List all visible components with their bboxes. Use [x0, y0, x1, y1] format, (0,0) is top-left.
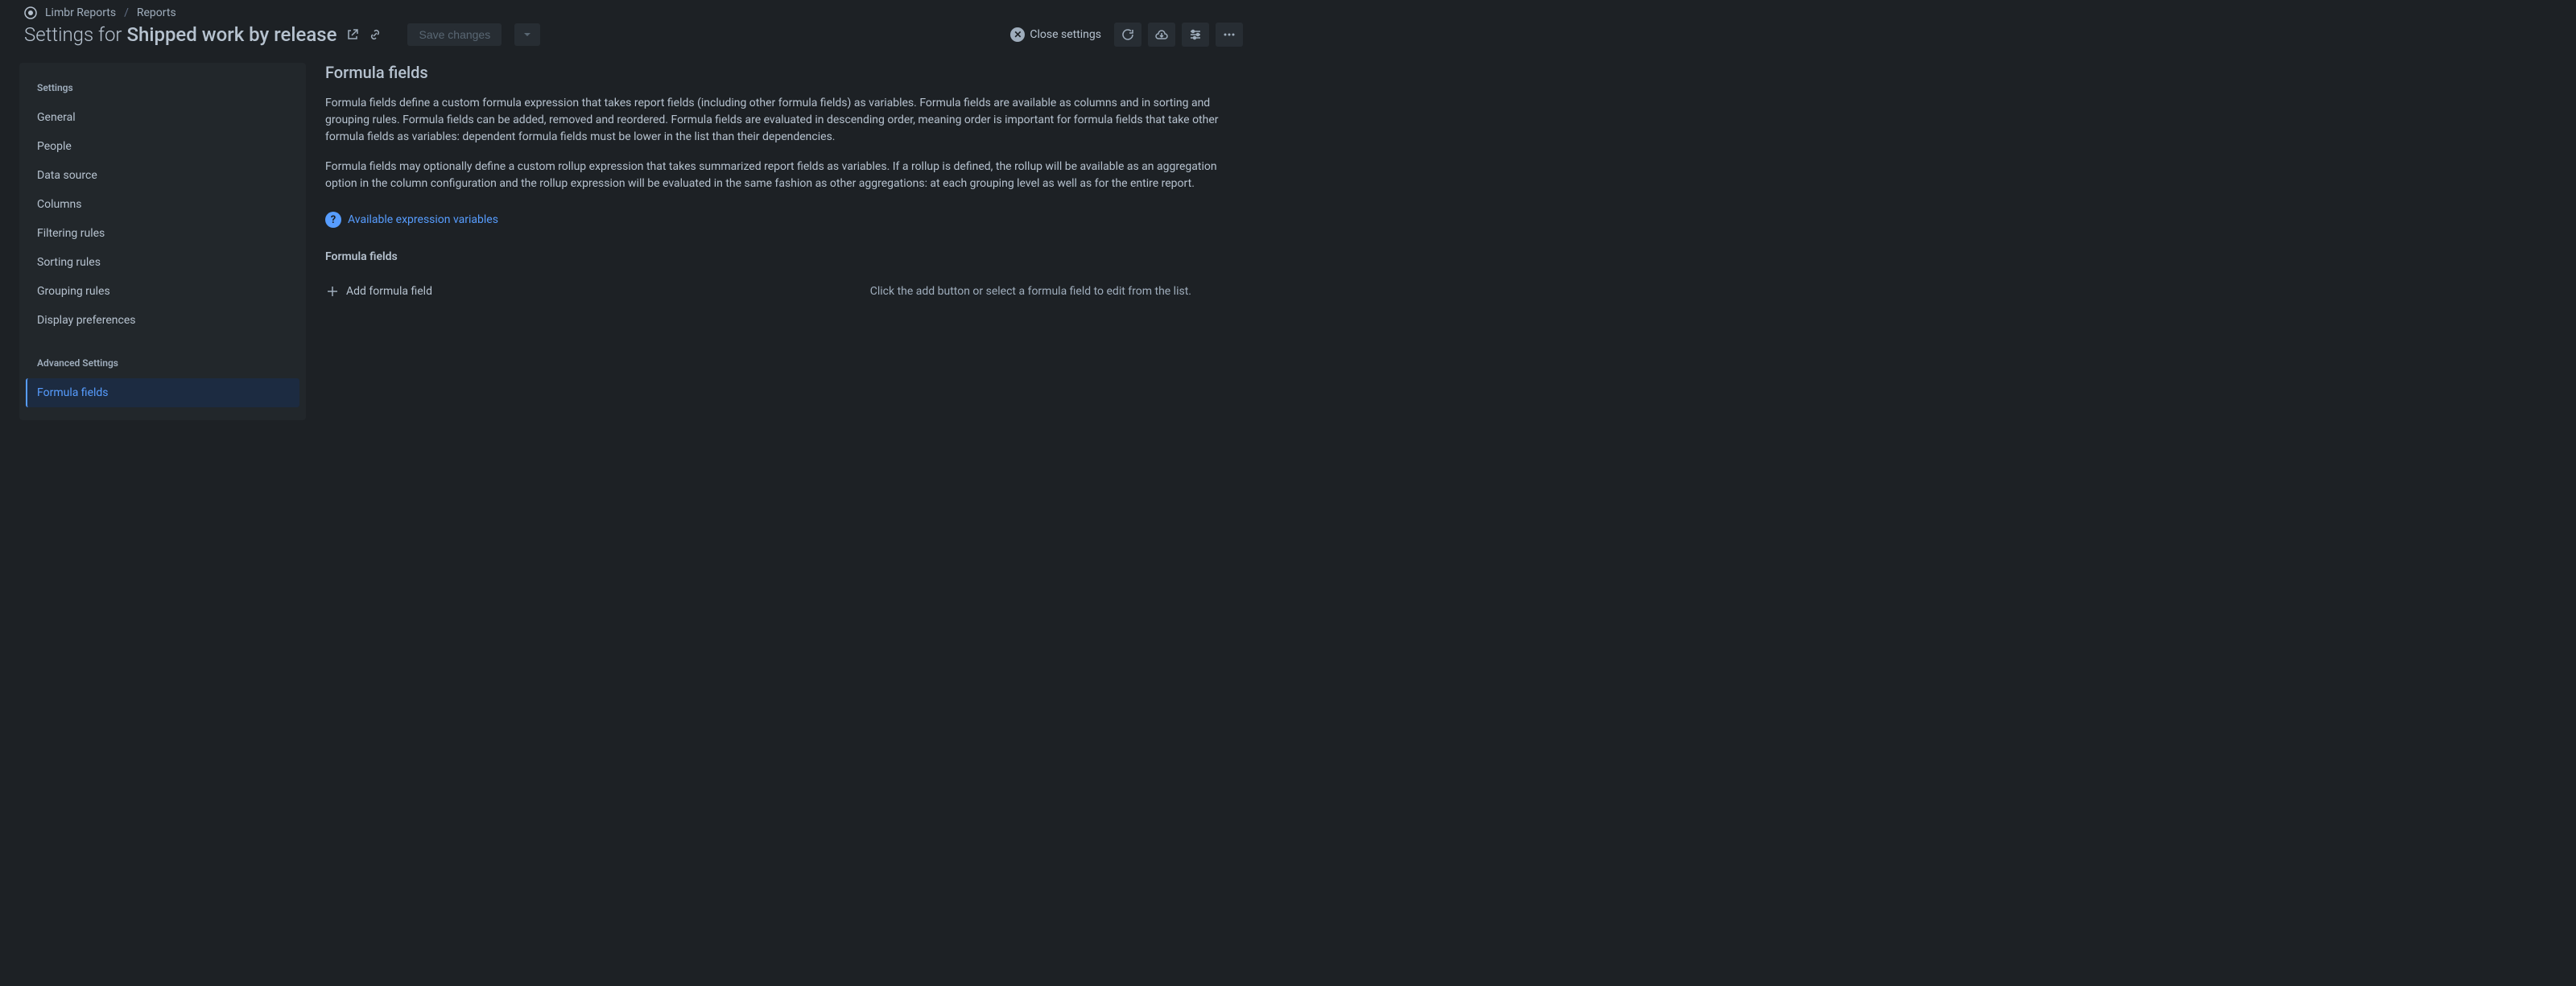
content-paragraph-2: Formula fields may optionally define a c…	[325, 159, 1224, 192]
settings-button[interactable]	[1182, 23, 1209, 47]
content-paragraph-1: Formula fields define a custom formula e…	[325, 95, 1224, 146]
empty-list-hint: Click the add button or select a formula…	[870, 285, 1191, 298]
close-settings-button[interactable]: ✕ Close settings	[1004, 24, 1108, 45]
help-icon: ?	[325, 212, 341, 228]
breadcrumb-separator: /	[124, 6, 129, 19]
content-panel: Formula fields Formula fields define a c…	[325, 63, 1243, 420]
sidebar-item-people[interactable]: People	[26, 132, 299, 161]
breadcrumb-root[interactable]: Limbr Reports	[45, 6, 116, 19]
breadcrumb: Limbr Reports / Reports	[24, 6, 1243, 19]
sidebar-item-filtering-rules[interactable]: Filtering rules	[26, 219, 299, 248]
link-icon[interactable]	[369, 28, 382, 41]
add-formula-field-button[interactable]: Add formula field	[325, 279, 432, 303]
sidebar-item-grouping-rules[interactable]: Grouping rules	[26, 277, 299, 306]
close-icon: ✕	[1010, 27, 1025, 42]
refresh-button[interactable]	[1114, 23, 1141, 47]
sidebar-item-display-preferences[interactable]: Display preferences	[26, 306, 299, 335]
more-button[interactable]	[1216, 23, 1243, 47]
page-title: Settings for Shipped work by release	[24, 23, 336, 46]
sidebar-item-formula-fields[interactable]: Formula fields	[26, 378, 299, 407]
sidebar-item-data-source[interactable]: Data source	[26, 161, 299, 190]
plus-icon	[325, 284, 340, 299]
formula-fields-section-label: Formula fields	[325, 250, 1224, 263]
content-heading: Formula fields	[325, 63, 1224, 82]
breadcrumb-current[interactable]: Reports	[137, 6, 176, 19]
sidebar-item-columns[interactable]: Columns	[26, 190, 299, 219]
sidebar-item-general[interactable]: General	[26, 103, 299, 132]
settings-sidebar: Settings General People Data source Colu…	[19, 63, 306, 420]
open-external-icon[interactable]	[346, 28, 359, 41]
save-dropdown-button[interactable]	[514, 23, 540, 46]
sidebar-section-settings: Settings	[26, 76, 299, 100]
save-button[interactable]: Save changes	[407, 23, 502, 46]
expression-variables-link[interactable]: ? Available expression variables	[325, 212, 1224, 228]
sidebar-section-advanced: Advanced Settings	[26, 351, 299, 375]
download-button[interactable]	[1148, 23, 1175, 47]
app-logo-icon	[24, 6, 37, 19]
sidebar-item-sorting-rules[interactable]: Sorting rules	[26, 248, 299, 277]
